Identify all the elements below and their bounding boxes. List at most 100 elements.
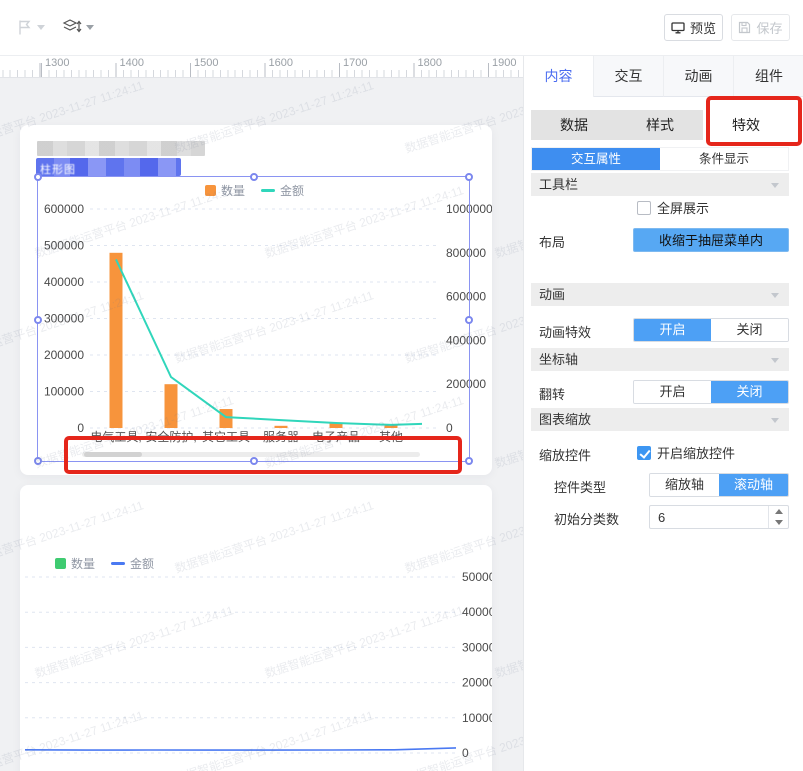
subtab-style[interactable]: 样式	[617, 110, 703, 140]
animation-fx-label: 动画特效	[539, 325, 592, 340]
control-type-label: 控件类型	[554, 480, 607, 495]
layout-collapse-button[interactable]: 收缩于抽屉菜单内	[633, 228, 789, 252]
ruler-mark-label: 1500	[194, 57, 219, 69]
widget-selection-box[interactable]	[34, 173, 473, 465]
design-canvas[interactable]: 柱形图 0 100000 200000 300000 400000 500000 60000…	[0, 78, 523, 771]
tab-interaction[interactable]: 交互	[594, 55, 664, 97]
watermark-text: 数据智能运营平台 2023-11-27 11:24:11	[493, 183, 523, 261]
ruler-mark-label: 1600	[268, 57, 293, 69]
spinner-up-icon[interactable]	[769, 506, 788, 517]
save-button[interactable]: 保存	[731, 14, 790, 41]
zoom-control-checkbox[interactable]	[637, 445, 651, 460]
tab-component[interactable]: 组件	[734, 55, 803, 97]
watermark-text: 数据智能运营平台 2023-11-27 11:24:11	[493, 603, 523, 681]
initial-category-input[interactable]	[650, 506, 768, 528]
ruler-mark-label: 1400	[119, 57, 144, 69]
section-header-axis[interactable]: 坐标轴	[531, 348, 789, 371]
resize-handle-w[interactable]	[34, 316, 42, 324]
fullscreen-label: 全屏展示	[657, 201, 710, 216]
horizontal-ruler: 1300 1400 1500 1600 1700 1800 1900	[0, 55, 523, 78]
flag-icon	[19, 20, 31, 35]
flip-label: 翻转	[539, 387, 566, 402]
resize-handle-sw[interactable]	[34, 457, 42, 465]
svg-text:500000: 500000	[462, 570, 492, 584]
fullscreen-checkbox[interactable]	[637, 200, 651, 215]
chevron-down-icon	[771, 418, 779, 423]
svg-text:300000: 300000	[462, 640, 492, 654]
animation-fx-on[interactable]: 开启	[634, 319, 711, 341]
preview-button[interactable]: 预览	[664, 14, 723, 41]
layers-dropdown[interactable]	[62, 18, 94, 36]
section-title: 动画	[539, 287, 566, 302]
resize-handle-nw[interactable]	[34, 173, 42, 181]
control-type-toggle: 缩放轴 滚动轴	[649, 473, 789, 497]
save-button-label: 保存	[756, 21, 783, 36]
tab-animation[interactable]: 动画	[664, 55, 734, 97]
svg-text:400000: 400000	[462, 605, 492, 619]
chevron-down-icon	[86, 24, 94, 30]
chevron-down-icon	[37, 25, 45, 30]
chevron-down-icon	[771, 183, 779, 188]
ruler-mark-label: 1300	[45, 57, 70, 69]
control-type-zoom-axis[interactable]: 缩放轴	[650, 474, 719, 496]
svg-text:200000: 200000	[462, 676, 492, 690]
section-title: 坐标轴	[539, 352, 579, 367]
line-series	[24, 747, 457, 751]
chevron-down-icon	[771, 293, 779, 298]
save-icon	[739, 21, 751, 34]
initial-category-input-wrap	[649, 505, 789, 529]
zoom-control-row: 开启缩放控件	[637, 443, 735, 462]
chevron-down-icon	[771, 358, 779, 363]
top-toolbar: 预览 保存	[0, 0, 803, 56]
layout-label: 布局	[539, 235, 566, 250]
initial-category-label: 初始分类数	[554, 512, 620, 527]
spinner-down-icon[interactable]	[769, 517, 788, 528]
section-header-toolbar[interactable]: 工具栏	[531, 173, 789, 196]
y-axis-right-labels: 0 100000 200000 300000 400000 500000	[462, 570, 492, 760]
legend-label: 数量	[71, 557, 96, 571]
section-header-animation[interactable]: 动画	[531, 283, 789, 306]
resize-handle-n[interactable]	[250, 173, 258, 181]
resize-handle-s[interactable]	[250, 457, 258, 465]
view-tab-bar: 交互属性 条件显示	[531, 147, 789, 171]
legend-item[interactable]: 数量	[55, 555, 95, 572]
flip-off[interactable]: 关闭	[711, 381, 788, 403]
zoom-control-check-label: 开启缩放控件	[657, 446, 736, 461]
chart-card-2[interactable]: 数量 金额 0 100000 200000 300000 400000 500000	[20, 485, 492, 771]
combo-chart-2: 0 100000 200000 300000 400000 500000	[24, 570, 492, 760]
legend-item[interactable]: 金额	[111, 555, 154, 572]
subtab-effects[interactable]: 特效	[703, 110, 789, 140]
tab-content[interactable]: 内容	[524, 55, 594, 97]
animation-fx-toggle: 开启 关闭	[633, 318, 789, 342]
animation-fx-off[interactable]: 关闭	[711, 319, 788, 341]
layers-icon	[62, 19, 82, 33]
section-header-chart-zoom[interactable]: 图表缩放	[531, 408, 789, 431]
insert-tool-dropdown[interactable]	[16, 19, 45, 36]
chart-card-1[interactable]: 柱形图 0 100000 200000 300000 400000 500000 60000…	[20, 125, 492, 475]
chart2-legend[interactable]: 数量 金额	[55, 555, 154, 572]
watermark-text: 数据智能运营平台 2023-11-27 11:24:11	[493, 393, 523, 471]
ruler-mark-label: 1900	[492, 57, 517, 69]
resize-handle-se[interactable]	[465, 457, 473, 465]
flip-toggle: 开启 关闭	[633, 380, 789, 404]
ruler-mark-label: 1700	[343, 57, 368, 69]
ruler-mark-label: 1800	[417, 57, 442, 69]
flip-on[interactable]: 开启	[634, 381, 711, 403]
legend-line-swatch	[111, 562, 126, 565]
number-spinner	[768, 506, 788, 528]
fullscreen-row: 全屏展示	[637, 198, 709, 217]
view-tab-condition-display[interactable]: 条件显示	[660, 148, 788, 170]
subtab-bar: 数据 样式 特效	[531, 110, 789, 140]
resize-handle-ne[interactable]	[465, 173, 473, 181]
legend-label: 金额	[130, 557, 155, 571]
subtab-data[interactable]: 数据	[531, 110, 617, 140]
view-tab-interaction-props[interactable]: 交互属性	[532, 148, 660, 170]
control-type-scroll-axis[interactable]: 滚动轴	[719, 474, 788, 496]
monitor-icon	[671, 21, 685, 33]
section-title: 图表缩放	[539, 412, 592, 427]
gridlines	[25, 576, 456, 754]
zoom-control-label: 缩放控件	[539, 448, 592, 463]
legend-bar-swatch	[55, 558, 66, 569]
svg-text:100000: 100000	[462, 711, 492, 725]
resize-handle-e[interactable]	[465, 316, 473, 324]
